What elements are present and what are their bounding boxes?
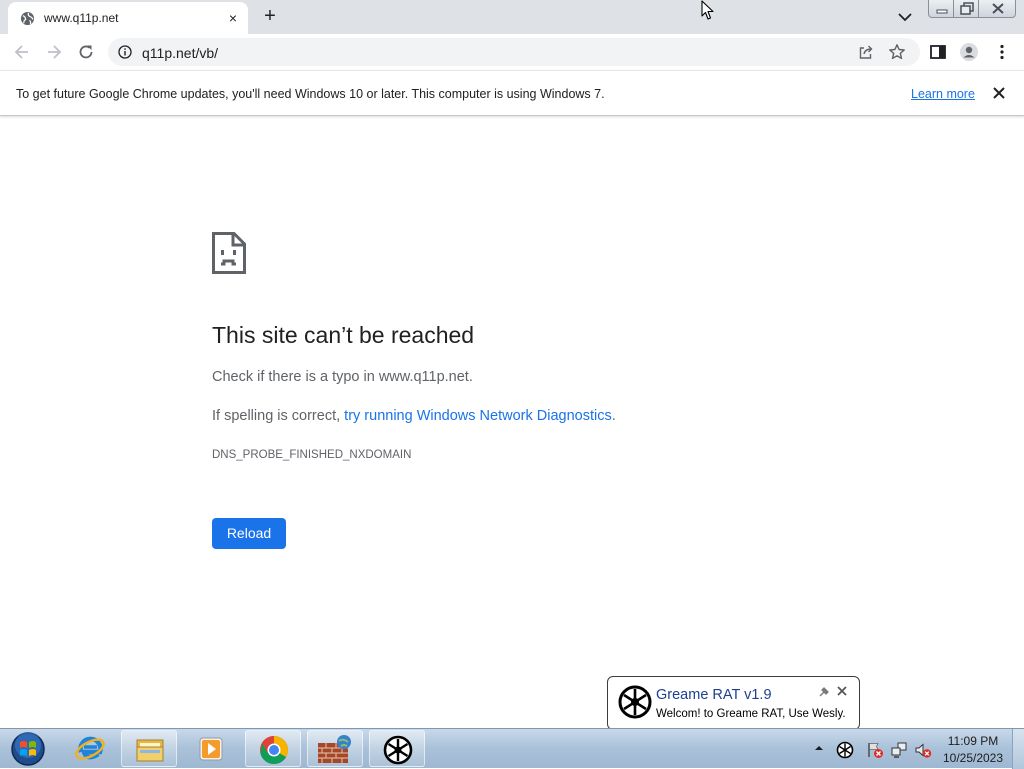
kebab-menu-icon[interactable] bbox=[992, 42, 1012, 62]
balloon-title: Greame RAT v1.9 bbox=[656, 687, 772, 703]
site-info-icon[interactable] bbox=[118, 45, 132, 59]
browser-toolbar: q11p.net/vb/ bbox=[0, 34, 1024, 70]
back-arrow-icon[interactable] bbox=[12, 42, 32, 62]
tab-search-chevron-icon[interactable] bbox=[895, 8, 915, 26]
error-diagnostics-hint: If spelling is correct, try running Wind… bbox=[212, 408, 616, 424]
forward-arrow-icon[interactable] bbox=[44, 42, 64, 62]
network-diagnostics-link[interactable]: try running Windows Network Diagnostics bbox=[344, 408, 612, 424]
chrome-icon bbox=[260, 736, 288, 765]
reload-button[interactable]: Reload bbox=[212, 518, 286, 549]
balloon-message: Welcom! to Greame RAT, Use Wesly. bbox=[656, 708, 846, 720]
window-close-button[interactable] bbox=[978, 0, 1016, 18]
tray-notification-balloon[interactable]: Greame RAT v1.9 Welcom! to Greame RAT, U… bbox=[607, 676, 860, 730]
mouse-cursor-icon bbox=[701, 0, 714, 20]
infobar-close-icon[interactable] bbox=[991, 85, 1007, 101]
tab-title: www.q11p.net bbox=[44, 11, 119, 25]
firewall-icon bbox=[318, 735, 351, 763]
address-bar[interactable]: q11p.net/vb/ bbox=[108, 38, 920, 66]
greame-rat-tray-icon[interactable] bbox=[836, 741, 854, 759]
tab-strip: www.q11p.net × + bbox=[0, 0, 1024, 34]
learn-more-link[interactable]: Learn more bbox=[911, 87, 975, 101]
diagnostics-prefix: If spelling is correct, bbox=[212, 408, 345, 424]
taskbar-greame-rat[interactable] bbox=[369, 730, 425, 767]
taskbar-internet-explorer[interactable] bbox=[62, 730, 118, 767]
taskbar-chrome[interactable] bbox=[245, 730, 301, 767]
url-text[interactable]: q11p.net/vb/ bbox=[142, 45, 218, 61]
error-code: DNS_PROBE_FINISHED_NXDOMAIN bbox=[212, 449, 412, 461]
show-hidden-icons-arrow-icon[interactable] bbox=[814, 743, 824, 753]
infobar-message: To get future Google Chrome updates, you… bbox=[16, 87, 605, 101]
globe-icon bbox=[20, 11, 35, 26]
share-icon[interactable] bbox=[858, 44, 874, 60]
diagnostics-suffix: . bbox=[611, 408, 616, 424]
reload-icon[interactable] bbox=[76, 42, 96, 62]
update-infobar: To get future Google Chrome updates, you… bbox=[0, 70, 1024, 116]
internet-explorer-icon bbox=[75, 736, 105, 760]
taskbar-media-player[interactable] bbox=[183, 730, 239, 767]
restore-button[interactable] bbox=[953, 0, 979, 18]
media-player-icon bbox=[199, 737, 223, 761]
greame-rat-logo-icon bbox=[618, 685, 652, 719]
greame-rat-icon bbox=[383, 735, 413, 765]
error-title: This site can’t be reached bbox=[212, 322, 475, 348]
network-icon[interactable] bbox=[890, 741, 908, 759]
error-typo-hint: Check if there is a typo in www.q11p.net… bbox=[212, 369, 473, 385]
volume-muted-icon[interactable] bbox=[914, 741, 932, 759]
show-desktop-button[interactable] bbox=[1012, 729, 1024, 769]
new-tab-button[interactable]: + bbox=[258, 4, 282, 28]
taskbar-windows-explorer[interactable] bbox=[121, 730, 177, 767]
folder-icon bbox=[136, 739, 164, 762]
side-panel-icon[interactable] bbox=[928, 42, 948, 62]
clock-date[interactable]: 10/25/2023 bbox=[940, 751, 1006, 765]
pin-icon[interactable] bbox=[818, 686, 830, 698]
bookmark-star-icon[interactable] bbox=[888, 43, 906, 61]
balloon-close-icon[interactable] bbox=[836, 685, 848, 697]
windows-taskbar: 11:09 PM 10/25/2023 bbox=[0, 728, 1024, 769]
action-center-flag-icon[interactable] bbox=[866, 741, 884, 759]
tab-close-button[interactable]: × bbox=[224, 9, 242, 27]
browser-tab[interactable]: www.q11p.net × bbox=[8, 2, 248, 34]
sad-page-icon bbox=[212, 232, 246, 274]
clock-time[interactable]: 11:09 PM bbox=[940, 734, 1006, 748]
minimize-button[interactable] bbox=[928, 0, 954, 18]
taskbar-firewall-app[interactable] bbox=[307, 730, 363, 767]
start-orb-icon[interactable] bbox=[4, 729, 50, 769]
profile-avatar-icon[interactable] bbox=[959, 42, 979, 62]
